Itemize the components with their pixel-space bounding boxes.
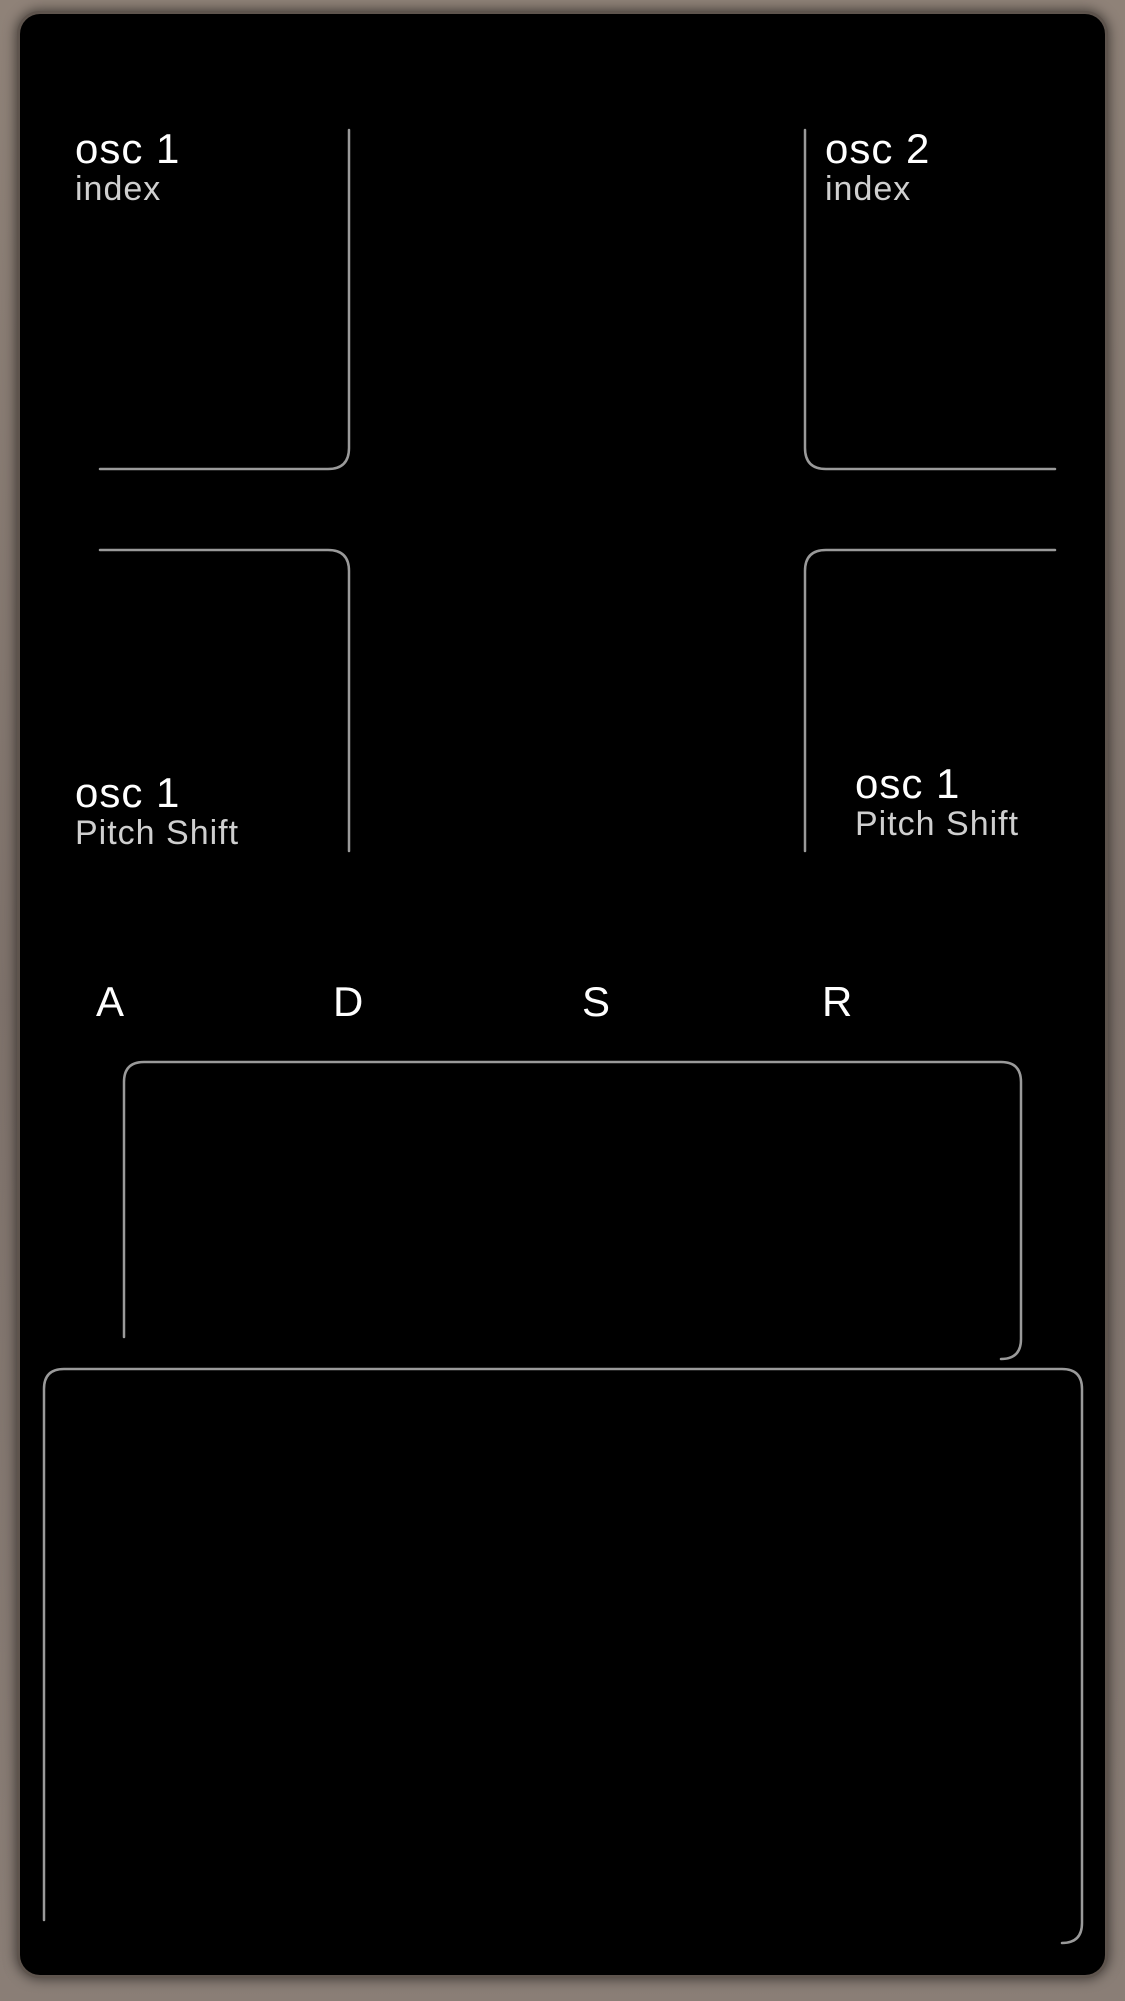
osc1-index-subtitle: index: [75, 170, 162, 208]
osc1-pitch-shift-label-right: osc 1 Pitch Shift: [855, 760, 1020, 843]
osc1-pitch-shift-title-left: osc 1: [75, 769, 181, 816]
xy-pad[interactable]: [44, 1369, 1083, 1944]
adsr-decay-label: D: [333, 978, 364, 1025]
osc1-index-title: osc 1: [75, 125, 181, 172]
osc1-index-label: osc 1 index: [75, 125, 181, 208]
adsr-sustain-label: S: [582, 978, 611, 1025]
adsr-attack-label: A: [96, 978, 125, 1025]
adsr-envelope-editor[interactable]: [124, 1062, 1022, 1360]
osc1-pitch-shift-subtitle-left: Pitch Shift: [75, 814, 240, 852]
osc1-pitch-shift-subtitle-right: Pitch Shift: [855, 805, 1020, 843]
adsr-release-label: R: [822, 978, 853, 1025]
osc2-index-title: osc 2: [825, 125, 931, 172]
osc1-pitch-shift-title-right: osc 1: [855, 760, 961, 807]
osc1-pitch-shift-label-left: osc 1 Pitch Shift: [75, 769, 240, 852]
osc2-index-label: osc 2 index: [825, 125, 931, 208]
osc2-index-subtitle: index: [825, 170, 912, 208]
